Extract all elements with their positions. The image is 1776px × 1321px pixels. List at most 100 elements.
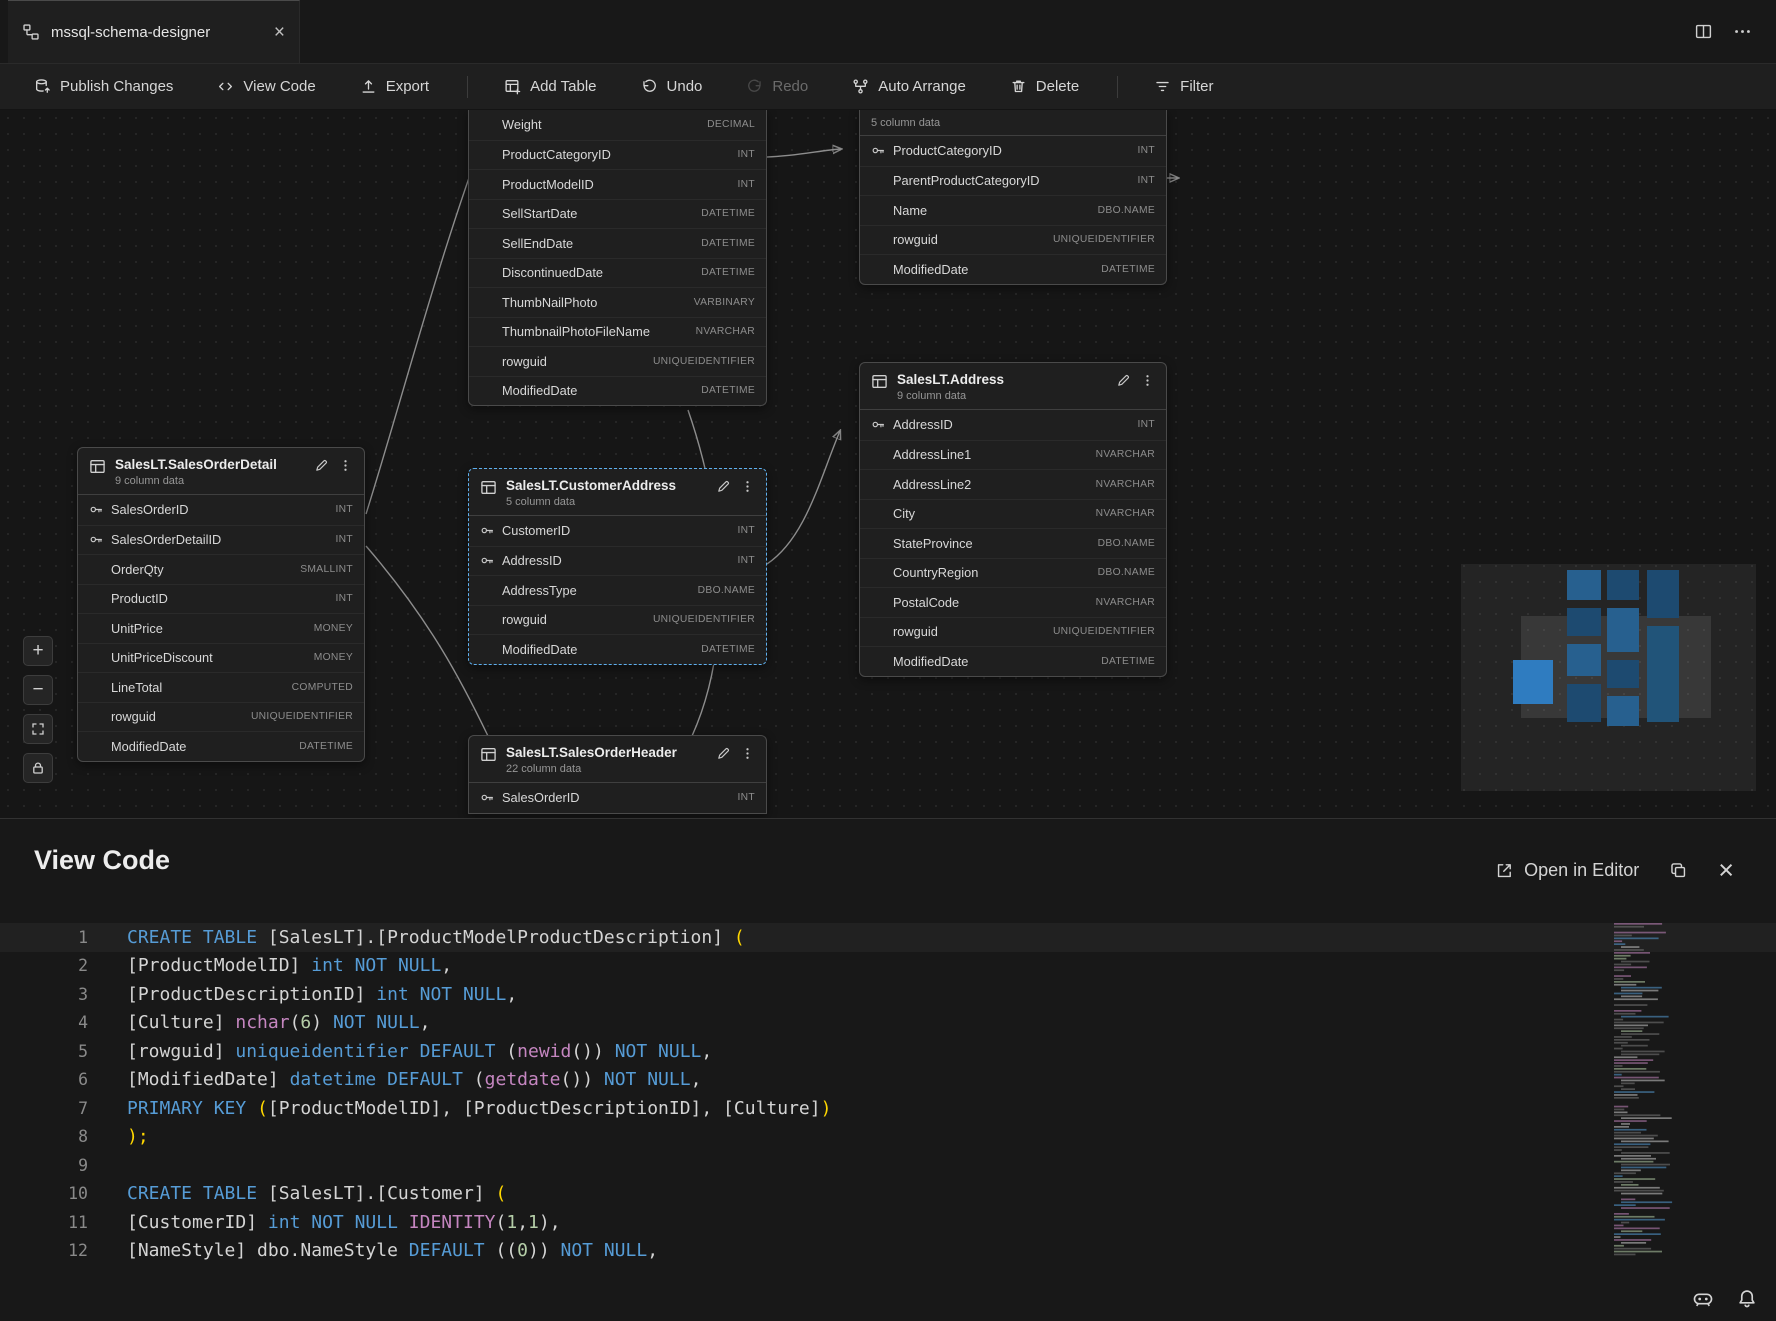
sql-code-viewer[interactable]: 1CREATE TABLE [SalesLT].[ProductModelPro… bbox=[0, 923, 1776, 1265]
column-row[interactable]: UnitPriceMONEY bbox=[78, 613, 364, 643]
schema-canvas[interactable]: + − WeightDECIMALProductCategoryIDINTPro… bbox=[0, 110, 1776, 818]
column-row[interactable]: ModifiedDateDATETIME bbox=[469, 376, 766, 406]
column-row[interactable]: SalesOrderDetailIDINT bbox=[78, 525, 364, 555]
table-icon bbox=[480, 745, 497, 763]
column-row[interactable]: ThumbnailPhotoFileNameNVARCHAR bbox=[469, 317, 766, 347]
zoom-in-button[interactable]: + bbox=[23, 636, 53, 666]
column-type: NVARCHAR bbox=[696, 326, 755, 337]
code-line: 1CREATE TABLE [SalesLT].[ProductModelPro… bbox=[0, 923, 1776, 952]
column-rows: ProductCategoryIDINTParentProductCategor… bbox=[860, 136, 1166, 284]
column-row[interactable]: rowguidUNIQUEIDENTIFIER bbox=[78, 702, 364, 732]
column-row[interactable]: CustomerIDINT bbox=[469, 516, 766, 546]
copilot-icon[interactable] bbox=[1692, 1288, 1714, 1310]
table-menu-icon[interactable] bbox=[740, 746, 755, 761]
editor-tab[interactable]: mssql-schema-designer × bbox=[8, 0, 300, 63]
table-card-sales-order-detail[interactable]: SalesLT.SalesOrderDetail9 column dataSal… bbox=[77, 447, 365, 762]
column-row[interactable]: ProductCategoryIDINT bbox=[860, 136, 1166, 166]
column-row[interactable]: ModifiedDateDATETIME bbox=[78, 731, 364, 761]
column-row[interactable]: ThumbNailPhotoVARBINARY bbox=[469, 287, 766, 317]
toolbar-auto-arrange-button[interactable]: Auto Arrange bbox=[842, 72, 976, 101]
toolbar-undo-button[interactable]: Undo bbox=[631, 72, 713, 101]
column-row[interactable]: SellEndDateDATETIME bbox=[469, 228, 766, 258]
column-row[interactable]: ModifiedDateDATETIME bbox=[860, 646, 1166, 676]
column-row[interactable]: ProductModelIDINT bbox=[469, 169, 766, 199]
key-placeholder bbox=[871, 624, 886, 639]
column-type: SMALLINT bbox=[300, 564, 353, 575]
column-row[interactable]: CountryRegionDBO.NAME bbox=[860, 558, 1166, 588]
table-card-customer-address[interactable]: SalesLT.CustomerAddress5 column dataCust… bbox=[468, 468, 767, 665]
tab-close-icon[interactable]: × bbox=[274, 23, 285, 42]
column-row[interactable]: ParentProductCategoryIDINT bbox=[860, 166, 1166, 196]
column-row[interactable]: ModifiedDateDATETIME bbox=[860, 254, 1166, 284]
canvas-minimap[interactable] bbox=[1461, 564, 1756, 791]
table-menu-icon[interactable] bbox=[1140, 373, 1155, 388]
minimap-table-block bbox=[1607, 696, 1639, 726]
column-name: ProductModelID bbox=[502, 177, 594, 192]
lock-canvas-button[interactable] bbox=[23, 753, 53, 783]
toolbar-export-button[interactable]: Export bbox=[350, 72, 439, 101]
column-row[interactable]: StateProvinceDBO.NAME bbox=[860, 528, 1166, 558]
column-type: NVARCHAR bbox=[1096, 479, 1155, 490]
column-row[interactable]: AddressIDINT bbox=[860, 410, 1166, 440]
open-in-editor-button[interactable]: Open in Editor bbox=[1495, 860, 1639, 881]
toolbar-delete-button[interactable]: Delete bbox=[1000, 72, 1089, 101]
column-row[interactable]: NameDBO.NAME bbox=[860, 195, 1166, 225]
column-row[interactable]: rowguidUNIQUEIDENTIFIER bbox=[860, 617, 1166, 647]
column-row[interactable]: SalesOrderIDINT bbox=[469, 783, 766, 813]
table-card-product-category[interactable]: 5 column dataProductCategoryIDINTParentP… bbox=[859, 110, 1167, 285]
column-row[interactable]: ModifiedDateDATETIME bbox=[469, 634, 766, 664]
column-row[interactable]: AddressIDINT bbox=[469, 546, 766, 576]
column-row[interactable]: CityNVARCHAR bbox=[860, 499, 1166, 529]
view-code-panel: View Code Open in Editor × 1CREATE TABLE… bbox=[0, 818, 1776, 1321]
table-card-product[interactable]: WeightDECIMALProductCategoryIDINTProduct… bbox=[468, 110, 767, 406]
edit-table-icon[interactable] bbox=[716, 479, 731, 494]
column-row[interactable]: ProductIDINT bbox=[78, 584, 364, 614]
toolbar-add-table-button[interactable]: Add Table bbox=[494, 72, 606, 101]
column-name: SalesOrderID bbox=[502, 790, 580, 805]
column-name: Name bbox=[893, 203, 927, 218]
column-row[interactable]: rowguidUNIQUEIDENTIFIER bbox=[469, 346, 766, 376]
code-minimap[interactable] bbox=[1612, 923, 1679, 1261]
key-placeholder bbox=[871, 232, 886, 247]
minimap-table-block bbox=[1567, 608, 1601, 636]
minimap-table-block bbox=[1607, 570, 1639, 600]
column-row[interactable]: rowguidUNIQUEIDENTIFIER bbox=[469, 605, 766, 635]
column-row[interactable]: PostalCodeNVARCHAR bbox=[860, 587, 1166, 617]
table-card-sales-order-header[interactable]: SalesLT.SalesOrderHeader22 column dataSa… bbox=[468, 735, 767, 814]
toolbar-view-code-button[interactable]: View Code bbox=[207, 72, 325, 101]
copy-icon[interactable] bbox=[1669, 861, 1688, 880]
toolbar-filter-button[interactable]: Filter bbox=[1144, 72, 1223, 101]
zoom-fit-button[interactable] bbox=[23, 714, 53, 744]
key-placeholder bbox=[480, 642, 495, 657]
toolbar-redo-button[interactable]: Redo bbox=[736, 72, 818, 101]
edit-table-icon[interactable] bbox=[314, 458, 329, 473]
edit-table-icon[interactable] bbox=[716, 746, 731, 761]
table-subtitle: 5 column data bbox=[506, 496, 707, 508]
column-row[interactable]: AddressLine1NVARCHAR bbox=[860, 440, 1166, 470]
column-row[interactable]: SalesOrderIDINT bbox=[78, 495, 364, 525]
bell-icon[interactable] bbox=[1736, 1288, 1758, 1310]
column-row[interactable]: DiscontinuedDateDATETIME bbox=[469, 258, 766, 288]
column-row[interactable]: ProductCategoryIDINT bbox=[469, 140, 766, 170]
zoom-out-button[interactable]: − bbox=[23, 675, 53, 705]
column-row[interactable]: rowguidUNIQUEIDENTIFIER bbox=[860, 225, 1166, 255]
close-panel-icon[interactable]: × bbox=[1718, 857, 1734, 884]
column-row[interactable]: AddressTypeDBO.NAME bbox=[469, 575, 766, 605]
table-menu-icon[interactable] bbox=[338, 458, 353, 473]
more-actions-icon[interactable] bbox=[1733, 22, 1752, 41]
column-type: DATETIME bbox=[701, 267, 755, 278]
edit-table-icon[interactable] bbox=[1116, 373, 1131, 388]
key-placeholder bbox=[89, 739, 104, 754]
column-row[interactable]: WeightDECIMAL bbox=[469, 110, 766, 140]
column-row[interactable]: SellStartDateDATETIME bbox=[469, 199, 766, 229]
toolbar-publish-button[interactable]: Publish Changes bbox=[24, 72, 183, 101]
column-type: DATETIME bbox=[701, 385, 755, 396]
line-number: 12 bbox=[0, 1241, 88, 1260]
column-row[interactable]: LineTotalCOMPUTED bbox=[78, 672, 364, 702]
column-row[interactable]: AddressLine2NVARCHAR bbox=[860, 469, 1166, 499]
split-editor-icon[interactable] bbox=[1694, 22, 1713, 41]
table-menu-icon[interactable] bbox=[740, 479, 755, 494]
column-row[interactable]: UnitPriceDiscountMONEY bbox=[78, 643, 364, 673]
column-row[interactable]: OrderQtySMALLINT bbox=[78, 554, 364, 584]
table-card-address[interactable]: SalesLT.Address9 column dataAddressIDINT… bbox=[859, 362, 1167, 677]
